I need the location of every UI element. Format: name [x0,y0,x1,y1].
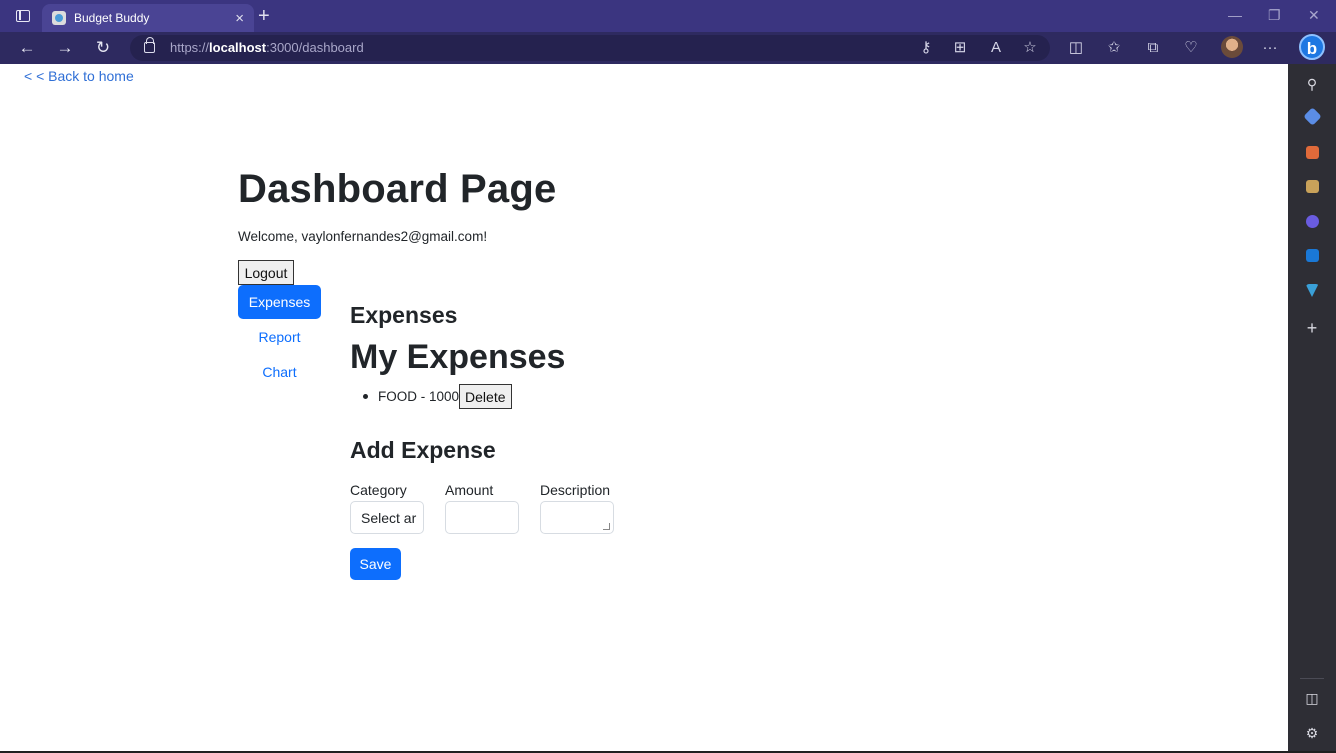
window-titlebar: Budget Buddy × + — ❐ ✕ [0,0,1336,32]
welcome-text: Welcome, vaylonfernandes2@gmail.com! [238,229,488,244]
delete-button[interactable]: Delete [459,384,512,409]
restore-icon[interactable]: ❐ [1268,7,1281,24]
back-to-home-link[interactable]: < < Back to home [24,68,134,84]
sidebar-panel-icon[interactable]: ◫ [1302,688,1322,708]
bullet-icon [363,394,368,399]
send-icon[interactable] [1302,282,1322,302]
category-label: Category [350,482,407,498]
sidebar-divider [1300,678,1324,679]
split-screen-icon[interactable]: ◫ [1066,38,1086,58]
description-label: Description [540,482,611,498]
settings-gear-icon[interactable]: ⚙ [1302,723,1322,743]
page-title: Dashboard Page [238,167,557,211]
apps-icon[interactable]: ⊞ [950,38,970,58]
expense-text: FOOD - 1000 [378,389,460,404]
close-tab-icon[interactable]: × [235,11,244,26]
tab-favicon-icon [52,11,66,25]
tab-title: Budget Buddy [74,11,150,25]
collections-icon[interactable]: ⧉ [1143,38,1163,58]
add-icon[interactable]: + [1302,318,1322,338]
browser-tab[interactable]: Budget Buddy × [42,4,254,32]
microsoft365-icon[interactable] [1302,213,1322,233]
outlook-icon[interactable] [1302,247,1322,267]
shopping-tag-icon[interactable] [1302,107,1322,128]
page-content: < < Back to home Dashboard Page Welcome,… [0,64,1288,751]
back-arrow-icon[interactable]: ← [16,37,38,59]
health-icon[interactable]: ♡ [1181,38,1201,58]
category-select[interactable]: Select ar [350,501,424,534]
nav-tab-report[interactable]: Report [238,320,321,354]
address-bar[interactable]: https://localhost:3000/dashboard [130,35,1050,61]
expense-list-item: FOOD - 1000 Delete [363,384,512,409]
my-expenses-heading: My Expenses [350,338,566,376]
games-icon[interactable] [1302,178,1322,198]
profile-avatar[interactable] [1221,36,1243,58]
minimize-icon[interactable]: — [1228,7,1242,23]
search-icon[interactable]: ⚲ [1302,74,1322,94]
refresh-icon[interactable]: ↻ [92,37,114,59]
add-expense-heading: Add Expense [350,437,496,463]
lock-icon[interactable] [144,37,155,53]
description-textarea[interactable] [540,501,614,534]
bing-copilot-icon[interactable]: b [1299,34,1325,60]
forward-arrow-icon[interactable]: → [54,37,76,59]
tools-briefcase-icon[interactable] [1302,144,1322,164]
workspaces-icon[interactable] [16,10,30,22]
more-menu-icon[interactable]: ··· [1260,38,1280,58]
save-button[interactable]: Save [350,548,401,580]
favorites-icon[interactable]: ✩ [1104,38,1124,58]
logout-button[interactable]: Logout [238,260,294,285]
nav-tab-expenses[interactable]: Expenses [238,285,321,319]
key-icon[interactable]: ⚷ [916,38,936,58]
address-toolbar: ← → ↻ https://localhost:3000/dashboard ⚷… [0,32,1336,64]
amount-label: Amount [445,482,494,498]
amount-input[interactable] [445,501,519,534]
favorite-star-icon[interactable]: ☆ [1020,38,1040,58]
new-tab-icon[interactable]: + [258,4,270,28]
url-text[interactable]: https://localhost:3000/dashboard [170,40,364,55]
resize-handle-icon[interactable] [603,523,610,530]
expenses-heading: Expenses [350,302,458,328]
edge-sidebar: ⚲ + ◫ ⚙ [1288,64,1336,751]
close-window-icon[interactable]: ✕ [1308,7,1320,24]
read-aloud-icon[interactable]: A [986,38,1006,58]
nav-tab-chart[interactable]: Chart [238,355,321,389]
